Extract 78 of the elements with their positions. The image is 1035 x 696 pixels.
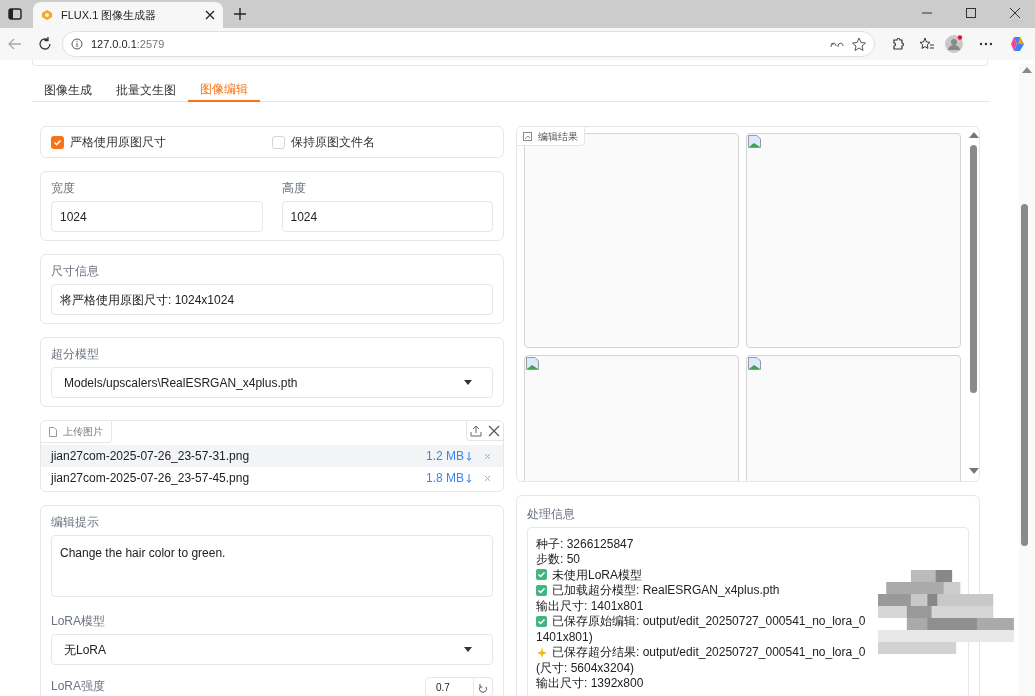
field-label: 超分模型 <box>51 346 100 362</box>
field-label: 宽度 <box>51 180 76 196</box>
info-line: 已加载超分模型: RealESRGAN_x4plus.pth <box>552 582 780 600</box>
text-field[interactable]: 将严格使用原图尺寸: 1024x1024 <box>51 284 493 315</box>
tab-actions-icon[interactable] <box>8 8 22 20</box>
favorites-icon[interactable] <box>919 37 936 51</box>
dropdown[interactable]: 无LoRA <box>51 634 493 665</box>
info-line: 1401x801) <box>536 628 593 646</box>
broken-image-icon <box>748 135 761 148</box>
close-icon[interactable] <box>205 10 215 20</box>
image-tile[interactable] <box>746 133 961 348</box>
field-label: 尺寸信息 <box>51 263 100 279</box>
address-bar[interactable]: 127.0.0.1:2579 <box>61 31 876 57</box>
check-icon <box>536 615 547 627</box>
sparkle-icon <box>536 646 547 658</box>
checkbox-label: 严格使用原图尺寸 <box>70 134 166 151</box>
file-icon <box>49 426 57 437</box>
check-icon <box>536 569 547 581</box>
broken-image-icon <box>748 357 761 370</box>
field-label: 编辑提示 <box>51 514 100 530</box>
check-icon <box>536 584 547 596</box>
info-line: (尺寸: 5604x3204) <box>536 659 635 677</box>
field-label: 高度 <box>281 180 307 196</box>
checkbox-label: 保持原图文件名 <box>291 134 375 151</box>
download-icon <box>466 451 472 461</box>
maximize-icon[interactable] <box>965 7 977 19</box>
scrollbar-thumb[interactable] <box>970 145 977 393</box>
upload-label: 上传图片 <box>41 421 112 443</box>
profile-avatar-icon[interactable] <box>945 35 964 53</box>
remove-icon[interactable] <box>484 474 491 482</box>
tab-title: FLUX.1 图像生成器 <box>61 7 158 23</box>
tab[interactable]: 图像生成 <box>32 78 104 102</box>
image-tile[interactable] <box>524 133 739 348</box>
info-line: 输出尺寸: 1401x801 <box>536 597 644 615</box>
info-line: 步数: 50 <box>536 551 580 569</box>
field-label: 处理信息 <box>527 506 576 522</box>
number-input[interactable]: 1024 <box>51 201 263 232</box>
dropdown-caret-icon <box>464 380 472 385</box>
url-text: 127.0.0.1:2579 <box>90 36 166 52</box>
info-line: 已保存原始编辑: output/edit_20250727_000541_no_lora_0 <box>552 613 866 631</box>
new-tab-icon[interactable] <box>233 7 247 21</box>
info-line: 已保存超分结果: output/edit_20250727_000541_no_lora_0 <box>552 644 866 662</box>
dropdown-caret-icon <box>464 647 472 652</box>
scroll-down-arrow-icon[interactable] <box>969 468 979 475</box>
download-icon <box>466 473 472 483</box>
page-scrollbar-thumb[interactable] <box>1021 204 1028 546</box>
reload-icon[interactable] <box>37 37 52 51</box>
info-line: 输出尺寸: 1392x800 <box>536 675 644 693</box>
share-icon[interactable] <box>467 423 485 438</box>
info-line: 种子: 3266125847 <box>536 535 634 553</box>
field-label: LoRA模型 <box>51 613 107 629</box>
prompt-textarea[interactable]: Change the hair color to green. <box>51 535 493 597</box>
gallery-label: 编辑结果 <box>517 127 585 146</box>
info-line: 未使用LoRA模型 <box>552 566 643 584</box>
extensions-icon[interactable] <box>891 37 906 51</box>
checkmark-icon <box>53 137 62 147</box>
image-icon <box>523 131 532 141</box>
broken-image-icon <box>526 357 539 370</box>
scroll-up-arrow-icon[interactable] <box>1022 67 1032 74</box>
field-label: LoRA强度 <box>51 678 106 695</box>
scroll-up-arrow-icon[interactable] <box>969 132 979 139</box>
checkbox[interactable] <box>51 135 64 149</box>
tab[interactable]: 批量文生图 <box>104 78 188 102</box>
number-input[interactable]: 1024 <box>281 201 493 232</box>
file-row[interactable]: jian27com-2025-07-26_23-57-45.png 1.8 MB <box>41 467 503 489</box>
copilot-icon[interactable] <box>1009 35 1027 53</box>
favorite-star-icon[interactable] <box>852 37 867 51</box>
dropdown[interactable]: Models/upscalers\RealESRGAN_x4plus.pth <box>51 367 493 398</box>
file-download-link[interactable]: 1.8 MB <box>426 469 472 487</box>
site-logo-icon <box>41 9 53 21</box>
info-icon[interactable] <box>70 38 83 50</box>
file-name: jian27com-2025-07-26_23-57-31.png <box>51 448 251 465</box>
checkbox[interactable] <box>272 135 285 149</box>
more-menu-icon[interactable] <box>979 42 994 46</box>
close-icon[interactable] <box>1009 7 1021 19</box>
file-name: jian27com-2025-07-26_23-57-45.png <box>51 470 251 487</box>
translate-icon[interactable] <box>830 39 845 49</box>
browser-tab[interactable]: FLUX.1 图像生成器 <box>33 2 223 28</box>
